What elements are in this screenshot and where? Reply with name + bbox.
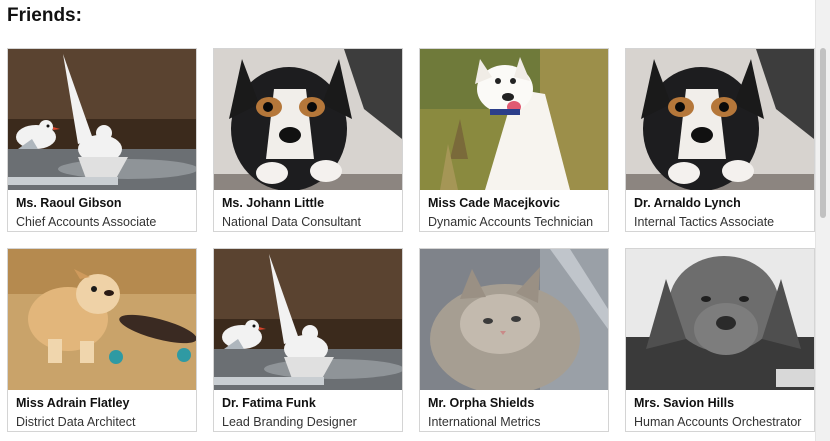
friend-name[interactable]: Ms. Johann Little [222, 196, 394, 211]
friend-title: International Metrics Representative [428, 415, 541, 431]
friend-caption: Dr. Fatima Funk Lead Branding Designer [214, 390, 402, 430]
friend-photo[interactable] [626, 49, 814, 190]
friend-card[interactable]: Ms. Raoul Gibson Chief Accounts Associat… [7, 48, 197, 232]
page-scrollbar[interactable] [815, 0, 830, 441]
friend-caption: Ms. Raoul Gibson Chief Accounts Associat… [8, 190, 196, 230]
friend-name[interactable]: Mrs. Savion Hills [634, 396, 806, 411]
friend-title: Lead Branding Designer [222, 415, 357, 429]
friend-title: Dynamic Accounts Technician [428, 215, 594, 229]
friend-card[interactable]: Ms. Johann Little National Data Consulta… [213, 48, 403, 232]
friend-caption: Dr. Arnaldo Lynch Internal Tactics Assoc… [626, 190, 814, 230]
friend-title: Human Accounts Orchestrator [634, 415, 802, 429]
friend-photo[interactable] [214, 49, 402, 190]
friend-caption: Mr. Orpha Shields International Metrics … [420, 390, 608, 431]
friend-name[interactable]: Mr. Orpha Shields [428, 396, 600, 411]
friend-photo[interactable] [420, 249, 608, 390]
friend-name[interactable]: Ms. Raoul Gibson [16, 196, 188, 211]
friend-photo[interactable] [420, 49, 608, 190]
friend-caption: Ms. Johann Little National Data Consulta… [214, 190, 402, 230]
friend-card[interactable]: Dr. Arnaldo Lynch Internal Tactics Assoc… [625, 48, 815, 232]
friend-caption: Mrs. Savion Hills Human Accounts Orchest… [626, 390, 814, 430]
page-heading: Friends: [7, 5, 82, 26]
scrollbar-thumb[interactable] [820, 48, 826, 218]
friend-title: District Data Architect [16, 415, 136, 429]
friend-card[interactable]: Dr. Fatima Funk Lead Branding Designer [213, 248, 403, 432]
friend-title: National Data Consultant [222, 215, 361, 229]
friend-card[interactable]: Mr. Orpha Shields International Metrics … [419, 248, 609, 432]
friend-photo[interactable] [626, 249, 814, 390]
friend-caption: Miss Cade Macejkovic Dynamic Accounts Te… [420, 190, 608, 230]
friend-name[interactable]: Dr. Arnaldo Lynch [634, 196, 806, 211]
friend-title: Chief Accounts Associate [16, 215, 157, 229]
friend-card[interactable]: Miss Adrain Flatley District Data Archit… [7, 248, 197, 432]
friend-photo[interactable] [8, 249, 196, 390]
friend-name[interactable]: Miss Cade Macejkovic [428, 196, 600, 211]
friend-title: Internal Tactics Associate [634, 215, 775, 229]
friend-card[interactable]: Miss Cade Macejkovic Dynamic Accounts Te… [419, 48, 609, 232]
friend-name[interactable]: Dr. Fatima Funk [222, 396, 394, 411]
friends-grid: Ms. Raoul Gibson Chief Accounts Associat… [7, 48, 815, 432]
friend-photo[interactable] [8, 49, 196, 190]
friend-photo[interactable] [214, 249, 402, 390]
friend-name[interactable]: Miss Adrain Flatley [16, 396, 188, 411]
friend-card[interactable]: Mrs. Savion Hills Human Accounts Orchest… [625, 248, 815, 432]
friend-caption: Miss Adrain Flatley District Data Archit… [8, 390, 196, 430]
